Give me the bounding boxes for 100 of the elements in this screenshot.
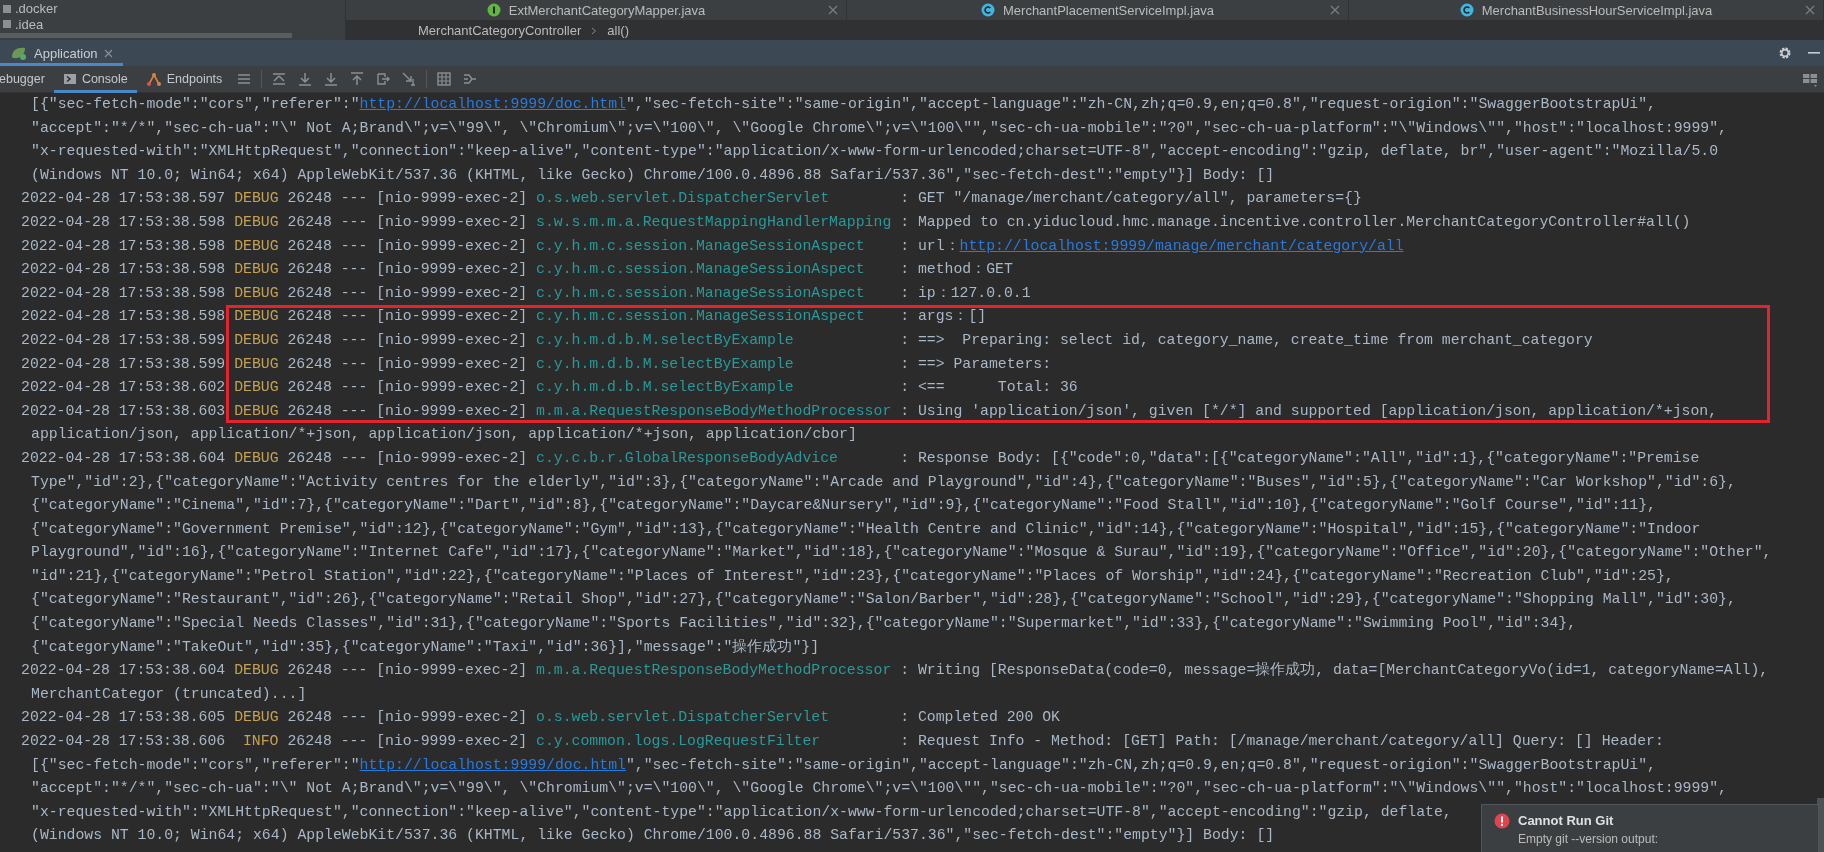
log-text: "id":21},{"categoryName":"Petrol Station","id":22},{"categoryName":"Places of Interest","id":23},{"categoryName":"Places of Worship","id":24},{"categoryName":"Recreation Club","id":25},: [31, 567, 1674, 584]
log-timestamp: 2022-04-28 17:53:38.598: [21, 237, 226, 254]
network-icon: [145, 72, 162, 86]
log-separator: ---: [340, 402, 368, 419]
logger-name: s.w.s.m.m.a.RequestMappingHandlerMapping: [536, 212, 893, 232]
log-level: DEBUG: [234, 378, 279, 398]
log-level: DEBUG: [234, 354, 279, 374]
log-level: DEBUG: [234, 307, 279, 327]
thread-name: [nio-9999-exec-2]: [376, 190, 528, 207]
log-message: : Mapped to cn.yiducloud.hmc.manage.incentive.controller.MerchantCategoryController#all(): [900, 213, 1691, 230]
thread-name: [nio-9999-exec-2]: [376, 237, 528, 254]
log-link[interactable]: http://localhost:9999/doc.html: [359, 756, 626, 773]
log-text: "accept":"*/*","sec-ch-ua":"\" Not A;Brand\";v=\"99\", \"Chromium\";v=\"100\", \"Google Chrome\";v=\"100\"","sec-ch-ua-mobile":"?0","sec-ch-ua-platform":"\"Windows\"","host":"localhost:9999",: [31, 119, 1727, 136]
folder-icon: [2, 3, 12, 14]
log-text: application/json, application/*+json, application/json, application/*+json, application/cbor]: [31, 426, 857, 443]
process-id: 26248: [287, 284, 332, 301]
logger-name: c.y.h.m.c.session.ManageSessionAspect: [536, 236, 866, 256]
layout-icon[interactable]: [1802, 71, 1818, 87]
log-separator: ---: [340, 237, 368, 254]
log-level: DEBUG: [234, 283, 279, 303]
thread-name: [nio-9999-exec-2]: [376, 662, 528, 679]
log-timestamp: 2022-04-28 17:53:38.604: [21, 449, 226, 466]
log-text: {"categoryName":"Government Premise","id":12},{"categoryName":"Gym","id":13},{"categoryName":"Health Centre and Clinic","id":14},{"categoryName":"Hospital","id":15},{"categoryName":"Indoor: [31, 520, 1701, 537]
upload-icon[interactable]: [349, 71, 366, 87]
logger-name: m.m.a.RequestResponseBodyMethodProcessor: [536, 401, 893, 421]
log-message: : Completed 200 OK: [900, 709, 1060, 726]
thread-name: [nio-9999-exec-2]: [376, 449, 528, 466]
log-text: {"categoryName":"Restaurant","id":26},{"categoryName":"Retail Shop","id":27},{"categoryName":"Salon/Barber","id":28},{"categoryName":"School","id":29},{"categoryName":"Shopping Mall","id":30},: [31, 591, 1736, 608]
log-message: : method：GET: [900, 261, 1013, 278]
thread-name: [nio-9999-exec-2]: [376, 261, 528, 278]
log-level: INFO: [242, 732, 279, 752]
editor-tab[interactable]: ExtMerchantCategoryMapper.java: [346, 0, 847, 20]
thread-name: [nio-9999-exec-2]: [376, 308, 528, 325]
log-separator: ---: [340, 284, 368, 301]
log-separator: ---: [340, 261, 368, 278]
interface-icon: [486, 3, 501, 17]
log-message: : args：[]: [900, 308, 987, 325]
thread-name: [nio-9999-exec-2]: [376, 733, 528, 750]
tree-item[interactable]: .idea: [15, 16, 44, 32]
logger-name: c.y.c.b.r.GlobalResponseBodyAdvice: [536, 448, 839, 468]
process-id: 26248: [287, 331, 332, 348]
class-icon: [981, 3, 995, 17]
editor-tab[interactable]: MerchantBusinessHourServiceImpl.java: [1349, 0, 1824, 20]
log-message: : ip：127.0.0.1: [900, 284, 1031, 301]
toolbar-tab[interactable]: Endpoints: [136, 65, 232, 93]
notification-title: Cannot Run Git: [1518, 813, 1615, 828]
settings-icon[interactable]: [1778, 46, 1792, 60]
log-separator: ---: [340, 733, 368, 750]
log-timestamp: 2022-04-28 17:53:38.598: [21, 308, 226, 325]
process-id: 26248: [287, 733, 332, 750]
log-timestamp: 2022-04-28 17:53:38.605: [21, 709, 226, 726]
exit-arrow-icon[interactable]: [375, 71, 392, 87]
log-level: DEBUG: [234, 708, 279, 728]
process-id: 26248: [287, 190, 332, 207]
editor-tab[interactable]: MerchantPlacementServiceImpl.java: [847, 0, 1349, 20]
leaf-icon: [10, 45, 28, 61]
log-timestamp: 2022-04-28 17:53:38.603: [21, 402, 226, 419]
process-id: 26248: [287, 709, 332, 726]
process-id: 26248: [287, 237, 332, 254]
close-icon[interactable]: [1330, 5, 1340, 15]
toolbar-tab[interactable]: ebugger: [0, 65, 54, 93]
breadcrumb[interactable]: all(): [607, 23, 629, 38]
log-message: : GET "/manage/merchant/category/all", parameters={}: [900, 190, 1362, 207]
tree-item[interactable]: .docker: [15, 1, 58, 17]
log-separator: ---: [340, 709, 368, 726]
log-text: [{"sec-fetch-mode":"cors","referer":": [31, 96, 360, 112]
menu-icon[interactable]: [236, 71, 253, 87]
log-text: Type","id":2},{"categoryName":"Activity centres for the elderly","id":3},{"categoryName":"Arcade and Playground","id":4},{"categoryName":"Buses","id":5},{"categoryName":"Car Workshop","id":6},: [31, 473, 1736, 490]
log-level: DEBUG: [234, 260, 279, 280]
download-icon[interactable]: [323, 71, 340, 87]
logger-name: c.y.h.m.d.b.M.selectByExample: [536, 378, 795, 398]
log-separator: ---: [340, 213, 368, 230]
breadcrumb[interactable]: MerchantCategoryController: [418, 23, 582, 38]
log-message: : Writing [ResponseData(code=0, message=操作成功, data=[MerchantCategoryVo(id=1, categoryName=All),: [900, 662, 1769, 679]
log-link[interactable]: http://localhost:9999/doc.html: [359, 96, 626, 112]
thread-name: [nio-9999-exec-2]: [376, 402, 528, 419]
log-timestamp: 2022-04-28 17:53:38.598: [21, 213, 226, 230]
process-id: 26248: [287, 379, 332, 396]
scrollbar-thumb[interactable]: [0, 33, 292, 38]
log-message: : ==> Parameters:: [900, 355, 1053, 372]
close-icon[interactable]: [1805, 5, 1815, 15]
log-message: : ==> Preparing: select id, category_name, create_time from merchant_category: [900, 331, 1593, 348]
log-link[interactable]: http://localhost:9999/manage/merchant/category/all: [959, 237, 1404, 254]
close-icon[interactable]: [828, 5, 838, 15]
table-icon[interactable]: [436, 71, 453, 87]
log-message: : <== Total: 36: [900, 379, 1078, 396]
arrow-into-line-icon[interactable]: [401, 71, 418, 87]
folder-icon: [2, 19, 12, 30]
log-message: : url：: [900, 237, 960, 254]
log-timestamp: 2022-04-28 17:53:38.598: [21, 284, 226, 301]
log-text: ","sec-fetch-site":"same-origin","accept-language":"zh-CN,zh;q=0.9,en;q=0.8","request-origion":"SwaggerBootstrapUi",: [625, 756, 1656, 773]
log-separator: ---: [340, 190, 368, 207]
log-level: DEBUG: [234, 448, 279, 468]
log-text: "x-requested-with":"XMLHttpRequest","connection":"keep-alive","content-type":"application/x-www-form-urlencoded;charset=UTF-8","accept-encoding":"gzip, deflate, br","user-agent":"Mozilla/5.0: [31, 143, 1719, 160]
arrow-down-icon[interactable]: [297, 71, 314, 87]
log-separator: ---: [340, 379, 368, 396]
close-icon[interactable]: [103, 48, 113, 58]
process-id: 26248: [287, 662, 332, 679]
filter-lines-icon[interactable]: [462, 71, 479, 87]
arrow-up-line-icon[interactable]: [271, 71, 288, 87]
